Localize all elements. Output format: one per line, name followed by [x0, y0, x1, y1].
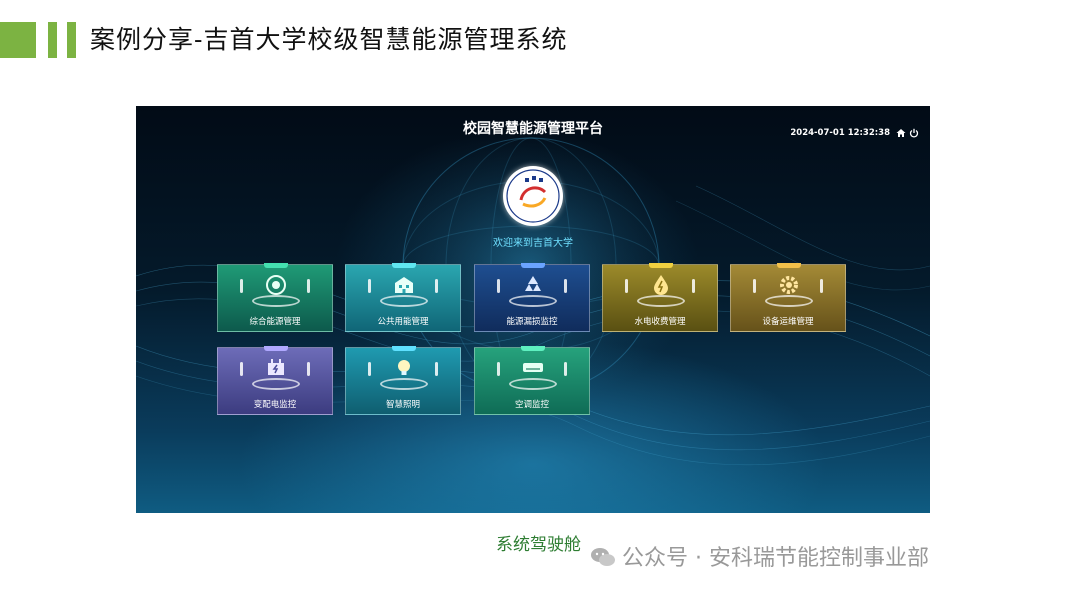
tile-bracket: [625, 279, 628, 293]
tile-bracket: [368, 279, 371, 293]
welcome-text: 欢迎来到吉首大学: [493, 238, 573, 249]
tile-bracket: [692, 279, 695, 293]
tile-bracket: [368, 362, 371, 376]
tile-bracket: [435, 362, 438, 376]
tile-label: 设备运维管理: [762, 317, 814, 327]
wechat-icon: [591, 548, 615, 566]
tile-ring: [252, 295, 300, 307]
tile-bracket: [820, 279, 823, 293]
module-tile-public-energy[interactable]: 公共用能管理: [345, 263, 461, 332]
screenshot-caption: 系统驾驶舱: [496, 535, 581, 555]
tile-label: 水电收费管理: [634, 317, 686, 327]
tile-bracket: [497, 279, 500, 293]
tile-tab: [521, 263, 545, 268]
module-tile-energy-leakage[interactable]: 能源漏损监控: [474, 263, 590, 332]
tile-bracket: [564, 279, 567, 293]
tile-tab: [264, 346, 288, 351]
module-tile-billing[interactable]: 水电收费管理: [602, 263, 718, 332]
tile-ring: [765, 295, 813, 307]
tile-bracket: [307, 362, 310, 376]
datetime: 2024-07-01 12:32:38: [790, 128, 890, 138]
home-icon[interactable]: [896, 128, 906, 138]
accent-bar: [0, 22, 36, 58]
tile-tab: [521, 346, 545, 351]
tile-label: 公共用能管理: [377, 317, 429, 327]
tile-ring: [637, 295, 685, 307]
tile-tab: [264, 263, 288, 268]
slide-title: 案例分享-吉首大学校级智慧能源管理系统: [90, 25, 568, 54]
tile-bracket: [435, 279, 438, 293]
tile-tab: [777, 263, 801, 268]
tile-tab: [392, 346, 416, 351]
power-icon[interactable]: [909, 128, 919, 138]
tile-ring: [380, 378, 428, 390]
accent-bar: [48, 22, 57, 58]
tile-bracket: [240, 362, 243, 376]
tile-ring: [380, 295, 428, 307]
module-tile-equipment-ops[interactable]: 设备运维管理: [730, 263, 846, 332]
tile-tab: [649, 263, 673, 268]
tile-ring: [252, 378, 300, 390]
module-tile-air-conditioning[interactable]: 空调监控: [474, 346, 590, 415]
tile-bracket: [564, 362, 567, 376]
watermark: 公众号 · 安科瑞节能控制事业部: [622, 546, 929, 571]
accent-bar: [67, 22, 76, 58]
module-tile-power-distribution[interactable]: 变配电监控: [217, 346, 333, 415]
tile-label: 空调监控: [514, 400, 549, 410]
tile-label: 变配电监控: [253, 400, 297, 410]
university-emblem-icon: [506, 169, 560, 223]
tile-label: 智慧照明: [385, 400, 420, 410]
tile-ring: [509, 295, 557, 307]
platform-screen: 校园智慧能源管理平台 2024-07-01 12:32:38 欢迎来到吉首大学 …: [136, 106, 930, 513]
tile-bracket: [307, 279, 310, 293]
tile-tab: [392, 263, 416, 268]
tile-ring: [509, 378, 557, 390]
tile-bracket: [497, 362, 500, 376]
module-tile-integrated-energy[interactable]: 综合能源管理: [217, 263, 333, 332]
tile-label: 综合能源管理: [249, 317, 301, 327]
tile-bracket: [240, 279, 243, 293]
module-tile-smart-lighting[interactable]: 智慧照明: [345, 346, 461, 415]
tile-label: 能源漏损监控: [506, 317, 558, 327]
university-logo: [503, 166, 563, 226]
tile-bracket: [753, 279, 756, 293]
